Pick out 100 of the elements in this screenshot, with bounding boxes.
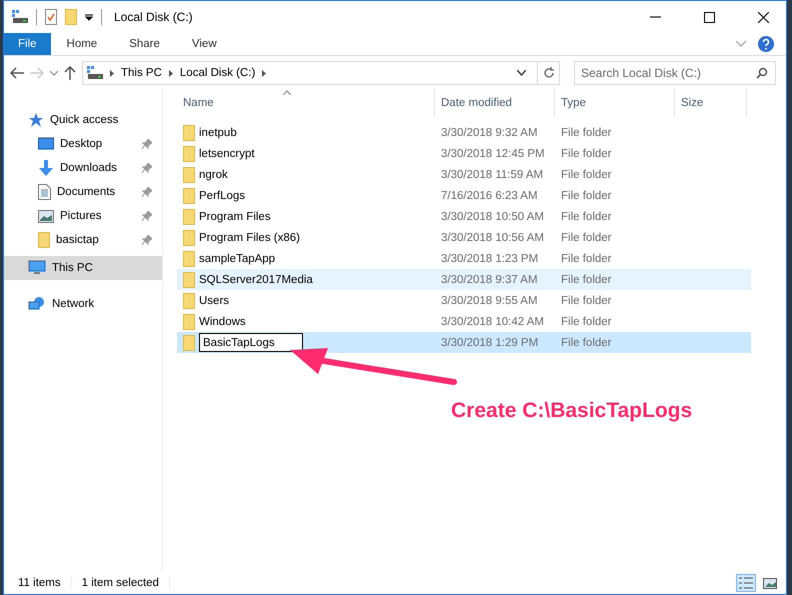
chevron-right-icon <box>168 70 173 76</box>
file-row[interactable]: SQLServer2017Media 3/30/2018 9:37 AM File folder <box>177 269 751 290</box>
folder-icon <box>183 250 195 266</box>
sidebar-label: basictap <box>56 234 100 246</box>
pin-icon[interactable] <box>142 235 152 245</box>
file-name: Windows <box>199 316 246 328</box>
folder-icon <box>183 208 195 224</box>
type-cell-text: File folder <box>560 274 612 286</box>
file-name: Program Files <box>199 210 271 222</box>
ribbon-tab[interactable]: Share <box>113 33 176 55</box>
column-header[interactable]: Type <box>555 90 675 116</box>
search-field[interactable]: Search Local Disk (C:) <box>574 61 776 85</box>
date-cell-text: 3/30/2018 10:42 AM <box>440 316 545 328</box>
date-cell-text: 3/30/2018 10:50 AM <box>440 210 545 222</box>
column-header[interactable]: Date modified <box>435 90 555 116</box>
ribbon-tab[interactable]: Home <box>50 33 114 55</box>
sidebar-label: Desktop <box>60 138 104 150</box>
date-cell-text: 3/30/2018 1:23 PM <box>440 252 540 264</box>
type-cell-text: File folder <box>560 148 612 160</box>
file-row[interactable]: letsencrypt 3/30/2018 12:45 PM File folder <box>177 143 751 164</box>
sidebar-label: Documents <box>57 186 116 198</box>
help-icon[interactable] <box>758 36 774 52</box>
date-cell-text: 3/30/2018 1:29 PM <box>440 336 540 348</box>
file-name: SQLServer2017Media <box>199 274 313 286</box>
details-view-button[interactable] <box>736 574 756 592</box>
picture-icon <box>38 210 54 222</box>
up-button[interactable] <box>64 66 76 80</box>
date-cell-text: 3/30/2018 9:37 AM <box>440 274 539 286</box>
rename-field[interactable]: BasicTapLogs <box>199 333 303 352</box>
sidebar-item[interactable]: Network <box>4 292 162 316</box>
type-cell-text: File folder <box>560 336 612 348</box>
sidebar-item[interactable]: basictap <box>4 228 162 252</box>
date-cell-text: 3/30/2018 12:45 PM <box>440 148 546 160</box>
type-cell-text: File folder <box>560 126 612 138</box>
folder-icon <box>183 334 195 350</box>
column-header[interactable]: Name <box>177 90 435 116</box>
folder-icon <box>183 292 195 308</box>
sidebar-label: This PC <box>52 262 94 274</box>
pin-icon[interactable] <box>142 211 152 221</box>
sidebar-item[interactable]: This PC <box>4 256 162 280</box>
folder-icon <box>183 272 195 288</box>
file-row[interactable]: Windows 3/30/2018 10:42 AM File folder <box>177 311 751 332</box>
chevron-down-icon[interactable] <box>517 70 526 76</box>
recent-locations-button[interactable] <box>50 70 58 76</box>
file-row[interactable]: Users 3/30/2018 9:55 AM File folder <box>177 290 751 311</box>
file-row[interactable]: Program Files 3/30/2018 10:50 AM File folder <box>177 206 751 227</box>
folder-icon <box>183 230 195 246</box>
column-header[interactable]: Size <box>675 90 747 116</box>
dropdown-icon[interactable] <box>85 13 93 21</box>
down-arrow-icon <box>38 160 54 176</box>
folder-icon <box>65 9 77 25</box>
pin-icon[interactable] <box>142 139 152 149</box>
file-name: ngrok <box>199 168 228 180</box>
sidebar-label: Quick access <box>50 114 120 126</box>
file-name: Program Files (x86) <box>199 232 300 244</box>
desktop-icon <box>38 137 54 151</box>
folder-icon <box>183 124 195 140</box>
sidebar-label: Network <box>52 298 96 310</box>
sidebar-item[interactable]: Desktop <box>4 132 162 156</box>
sidebar-item[interactable]: Pictures <box>4 204 162 228</box>
date-cell-text: 3/30/2018 9:32 AM <box>440 126 539 138</box>
type-cell-text: File folder <box>560 210 612 222</box>
network-icon <box>28 296 46 312</box>
close-icon <box>758 12 768 22</box>
sidebar-label: Pictures <box>60 210 103 222</box>
date-cell-text: 3/30/2018 11:59 AM <box>440 168 544 180</box>
sidebar-label: Downloads <box>60 162 118 174</box>
search-icon[interactable] <box>756 67 768 79</box>
checklist-icon[interactable] <box>45 9 57 25</box>
file-row[interactable]: ngrok 3/30/2018 11:59 AM File folder <box>177 164 751 185</box>
file-row[interactable]: BasicTapLogs 3/30/2018 1:29 PM File folder <box>177 332 751 353</box>
file-name: sampleTapApp <box>199 252 276 264</box>
refresh-icon <box>542 67 554 79</box>
breadcrumb[interactable]: Local Disk (C:) <box>180 67 256 79</box>
file-name: PerfLogs <box>199 190 246 202</box>
sidebar-item[interactable]: Downloads <box>4 156 162 180</box>
back-button[interactable] <box>10 67 24 79</box>
star-icon <box>28 112 44 128</box>
ribbon-tab[interactable]: File <box>4 33 51 55</box>
type-cell-text: File folder <box>560 252 612 264</box>
folder-icon <box>183 166 195 182</box>
pin-icon[interactable] <box>142 187 152 197</box>
folder-icon <box>38 232 50 248</box>
folder-icon <box>183 188 195 204</box>
file-row[interactable]: PerfLogs 7/16/2016 6:23 AM File folder <box>177 185 751 206</box>
file-row[interactable]: Program Files (x86) 3/30/2018 10:56 AM File folder <box>177 227 751 248</box>
type-cell-text: File folder <box>560 190 612 202</box>
file-row[interactable]: inetpub 3/30/2018 9:32 AM File folder <box>177 122 751 143</box>
chevron-right-icon <box>110 70 114 76</box>
pin-icon[interactable] <box>142 163 152 173</box>
sidebar-item[interactable]: Documents <box>4 180 162 204</box>
breadcrumb[interactable]: This PC <box>121 67 162 79</box>
date-cell-text: 3/30/2018 10:56 AM <box>440 232 545 244</box>
item-count: 11 items <box>18 577 72 589</box>
sidebar-item[interactable]: Quick access <box>4 108 162 132</box>
file-row[interactable]: sampleTapApp 3/30/2018 1:23 PM File folder <box>177 248 751 269</box>
chevron-right-icon <box>262 70 266 76</box>
ribbon-tab[interactable]: View <box>176 33 233 55</box>
address-bar[interactable]: This PC Local Disk (C:) <box>82 61 560 85</box>
folder-icon <box>183 314 195 330</box>
